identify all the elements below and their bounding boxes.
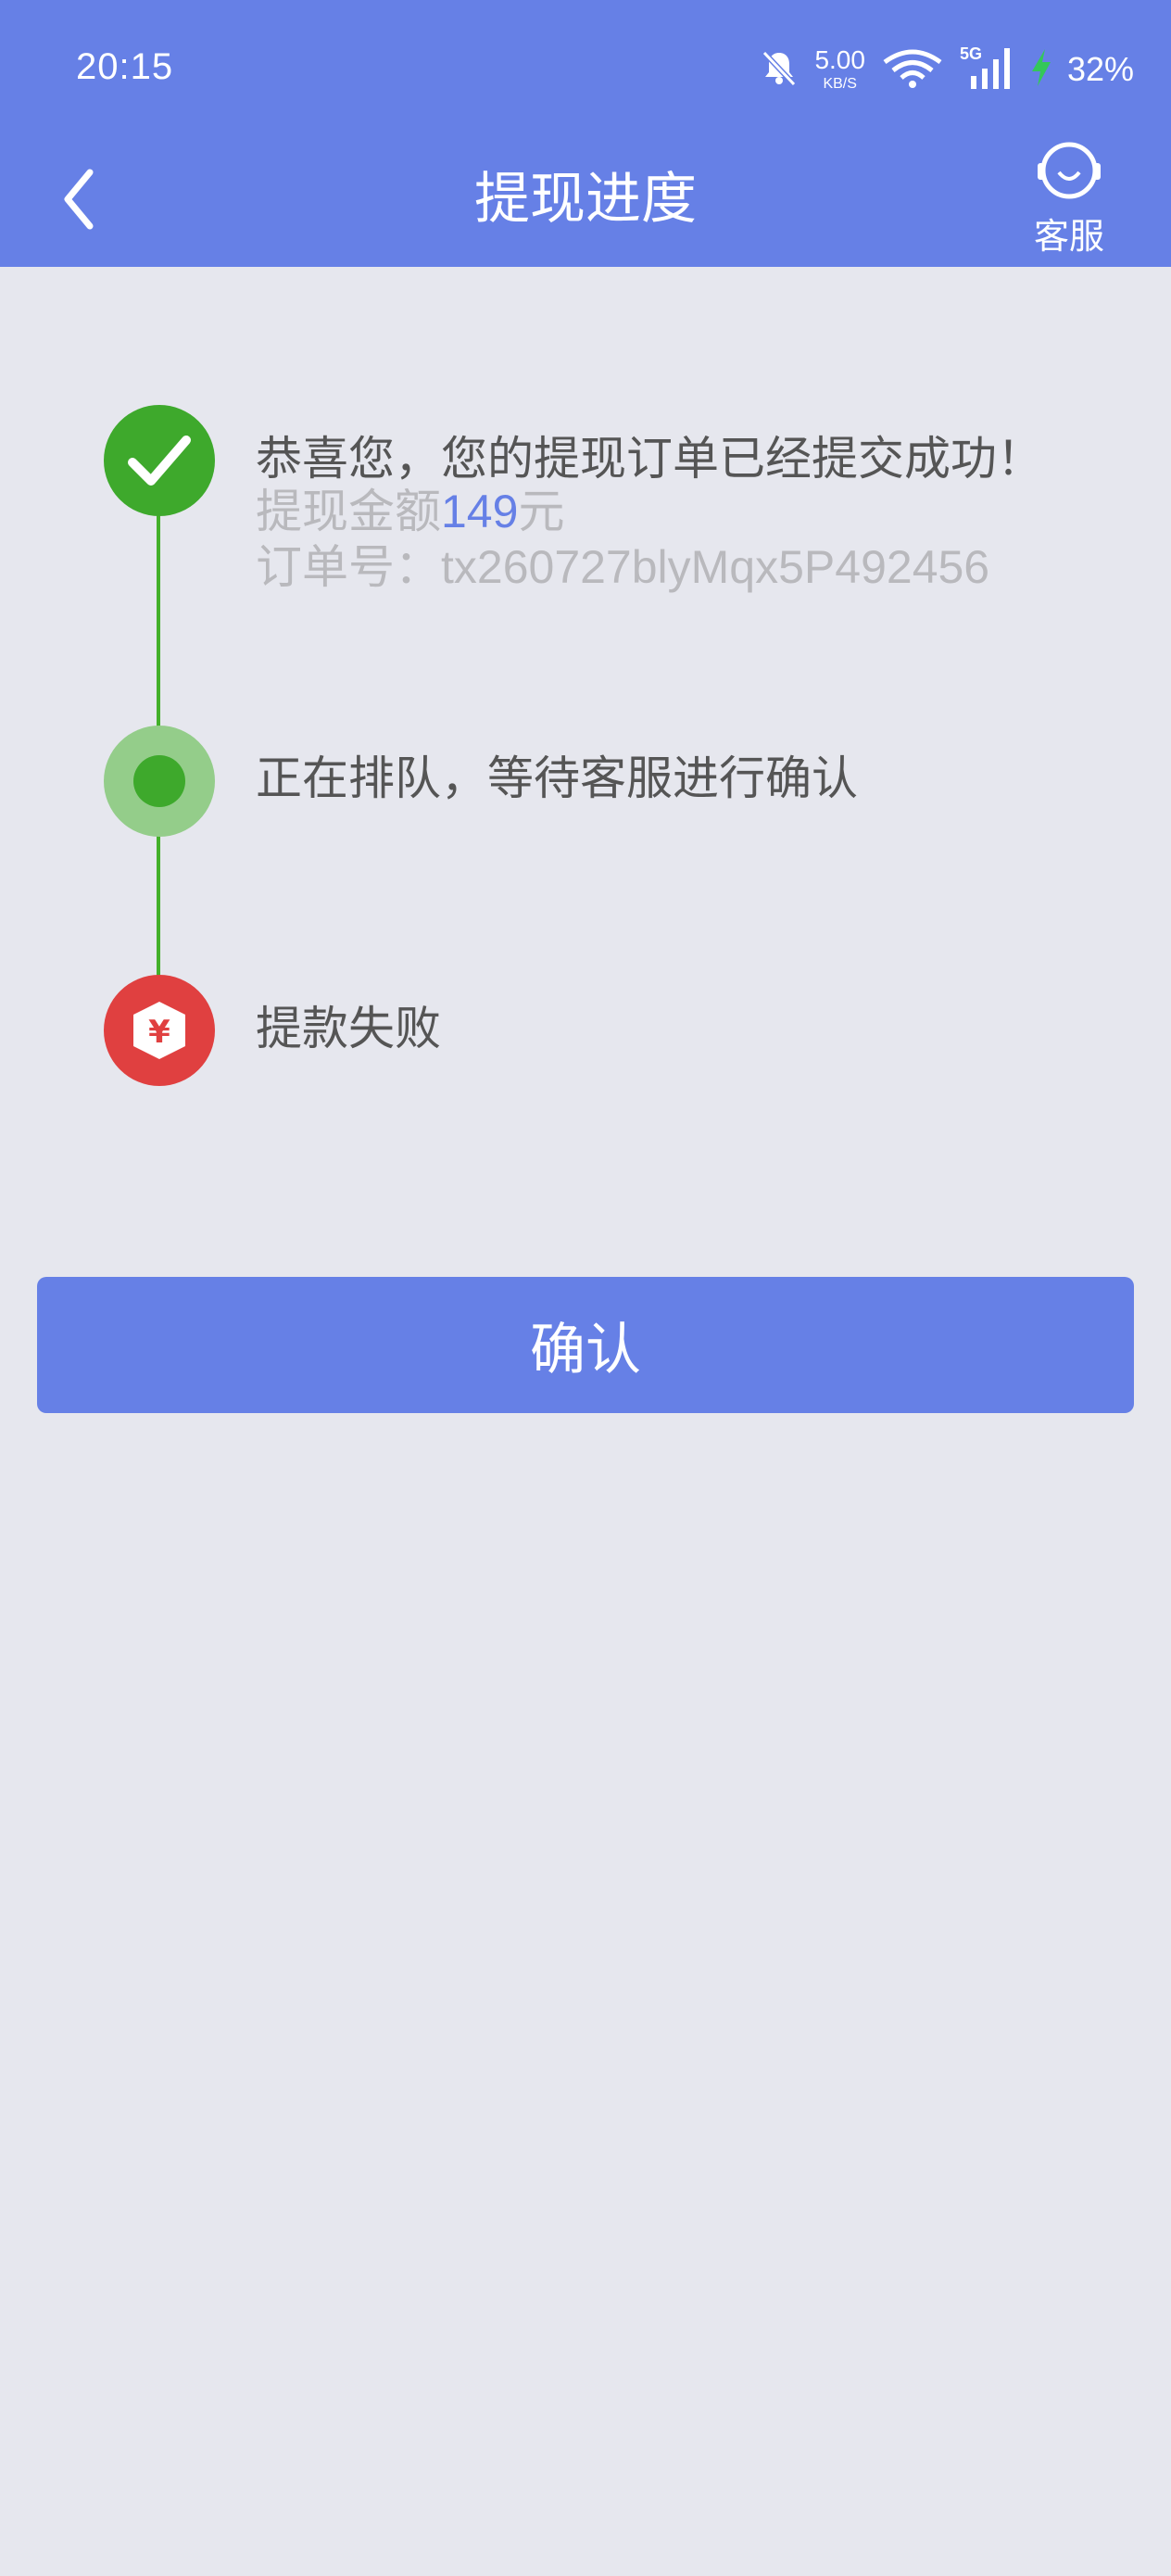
step-success-indicator	[104, 405, 215, 516]
battery-percent: 32%	[1066, 50, 1134, 88]
charging-bolt-icon	[1030, 47, 1052, 92]
order-number: tx260727blyMqx5P492456	[441, 541, 990, 593]
status-icons: 5.00 KB/S 5G 32%	[759, 37, 1134, 102]
pending-dot-icon	[133, 755, 185, 807]
confirm-button[interactable]: 确认	[37, 1277, 1134, 1413]
net-speed: 5.00 KB/S	[814, 47, 865, 92]
customer-service-button[interactable]: 客服	[1004, 139, 1134, 259]
page-title: 提现进度	[474, 167, 697, 232]
step3-title: 提款失败	[256, 1002, 441, 1055]
net-speed-unit: KB/S	[823, 76, 857, 92]
status-time: 20:15	[76, 46, 174, 87]
yuan-hexagon-icon: ¥	[133, 1002, 185, 1059]
step-failed-indicator: ¥	[104, 975, 215, 1086]
step1-order-line: 订单号：tx260727blyMqx5P492456	[256, 530, 989, 597]
step-pending-indicator	[104, 726, 215, 837]
order-label: 订单号：	[256, 540, 441, 594]
step2-title: 正在排队，等待客服进行确认	[256, 751, 858, 805]
mute-bell-icon	[759, 47, 800, 92]
customer-service-label: 客服	[1033, 216, 1104, 257]
cellular-signal-icon: 5G	[960, 44, 1015, 95]
net-speed-value: 5.00	[814, 45, 865, 74]
headset-icon	[1038, 142, 1101, 199]
wifi-icon	[880, 47, 945, 92]
top-bar: 20:15 5.00 KB/S 5G 32% 提现进度 客服	[0, 0, 1171, 267]
network-type-text: 5G	[960, 44, 982, 63]
checkmark-icon	[128, 436, 191, 486]
svg-text:¥: ¥	[148, 1014, 170, 1051]
